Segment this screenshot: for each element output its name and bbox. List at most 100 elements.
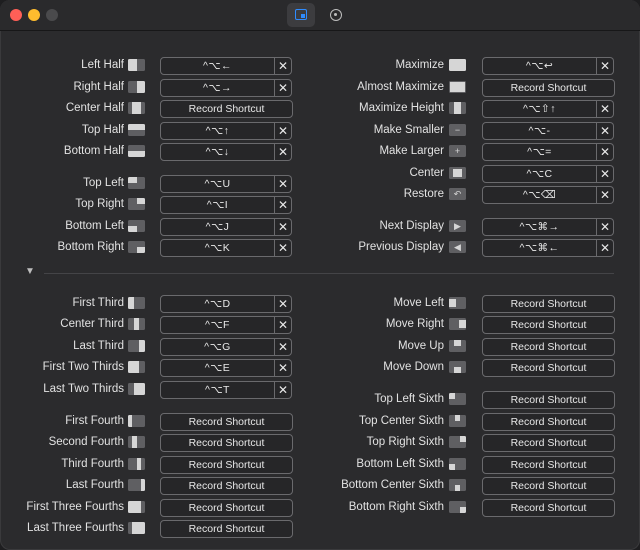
shortcut-field-make-smaller[interactable]: ^⌥-	[482, 122, 597, 140]
record-shortcut-label: Record Shortcut	[510, 319, 587, 331]
top-center-sixth-icon	[449, 415, 466, 427]
bottom-left-sixth-icon	[449, 458, 466, 470]
shortcut-keys: ^⌥⇧↑	[522, 103, 557, 115]
row-make-larger: Make Larger	[0, 142, 444, 160]
action-label: Top Left Sixth	[374, 393, 444, 405]
row-bottom-left-sixth: Bottom Left Sixth	[0, 455, 444, 473]
zoom-window-button[interactable]	[46, 9, 58, 21]
shortcut-field-maximize-height[interactable]: ^⌥⇧↑	[482, 100, 597, 118]
record-shortcut-label: Record Shortcut	[510, 480, 587, 492]
record-shortcut-button-top-center-sixth[interactable]: Record Shortcut	[482, 413, 615, 431]
gear-icon	[330, 9, 342, 21]
action-label: Previous Display	[358, 241, 444, 253]
row-maximize-height: Maximize Height	[0, 99, 444, 117]
shortcut-keys: ^⌥C	[526, 168, 553, 180]
shortcut-field-maximize[interactable]: ^⌥↩	[482, 57, 597, 75]
row-last-three-fourths: Last Three Fourths	[0, 519, 124, 537]
record-shortcut-button-move-right[interactable]: Record Shortcut	[482, 316, 615, 334]
row-next-display: Next Display	[0, 217, 444, 235]
clear-shortcut-button[interactable]: ✕	[597, 100, 614, 118]
shortcut-keys: ^⌥↩	[525, 60, 554, 72]
window-layout-icon	[295, 9, 307, 20]
preferences-window: Left Half ^⌥← ✕ Right Half ^⌥→ ✕ Center Half Re…	[0, 0, 640, 550]
record-shortcut-label: Record Shortcut	[510, 437, 587, 449]
record-shortcut-label: Record Shortcut	[510, 459, 587, 471]
action-label: Maximize	[395, 59, 444, 71]
clear-shortcut-button[interactable]: ✕	[597, 122, 614, 140]
shortcut-field-make-larger[interactable]: ^⌥=	[482, 143, 597, 161]
bottom-right-sixth-icon	[449, 501, 466, 513]
record-shortcut-button-bottom-left-sixth[interactable]: Record Shortcut	[482, 456, 615, 474]
shortcut-field-previous-display[interactable]: ^⌥⌘←	[482, 239, 597, 257]
last-three-fourths-icon	[128, 522, 145, 534]
move-up-icon	[449, 340, 466, 352]
minimize-window-button[interactable]	[28, 9, 40, 21]
record-shortcut-button-last-three-fourths[interactable]: Record Shortcut	[160, 520, 293, 538]
record-shortcut-button-move-up[interactable]: Record Shortcut	[482, 338, 615, 356]
clear-shortcut-button[interactable]: ✕	[597, 143, 614, 161]
close-window-button[interactable]	[10, 9, 22, 21]
disclosure-triangle-icon[interactable]: ▼	[25, 266, 37, 278]
row-top-left-sixth: Top Left Sixth	[0, 390, 444, 408]
clear-shortcut-button[interactable]: ✕	[597, 218, 614, 236]
record-shortcut-label: Record Shortcut	[188, 523, 265, 535]
action-label: Move Right	[385, 318, 444, 330]
action-label: Top Center Sixth	[358, 415, 444, 427]
action-label: Bottom Center Sixth	[341, 479, 444, 491]
move-right-icon	[449, 318, 466, 330]
shortcut-field-restore[interactable]: ^⌥⌫	[482, 186, 597, 204]
clear-shortcut-button[interactable]: ✕	[597, 57, 614, 75]
row-bottom-center-sixth: Bottom Center Sixth	[0, 476, 444, 494]
record-shortcut-label: Record Shortcut	[510, 298, 587, 310]
record-shortcut-label: Record Shortcut	[510, 416, 587, 428]
action-label: Bottom Left Sixth	[356, 458, 444, 470]
record-shortcut-button-move-left[interactable]: Record Shortcut	[482, 295, 615, 313]
action-label: Make Smaller	[373, 124, 444, 136]
action-label: Move Down	[383, 361, 444, 373]
tab-keyboard-shortcuts[interactable]	[287, 3, 315, 27]
row-bottom-right-sixth: Bottom Right Sixth	[0, 498, 444, 516]
row-move-left: Move Left	[0, 294, 445, 312]
record-shortcut-label: Record Shortcut	[510, 82, 587, 94]
shortcut-keys: ^⌥⌫	[522, 189, 557, 201]
top-left-sixth-icon	[449, 393, 466, 405]
move-down-icon	[449, 361, 466, 373]
record-shortcut-button-move-down[interactable]: Record Shortcut	[482, 359, 615, 377]
next-display-icon: ▶	[449, 220, 466, 232]
shortcut-keys: ^⌥=	[527, 146, 552, 158]
shortcut-keys: ^⌥-	[528, 125, 551, 137]
almost-maximize-icon	[449, 81, 466, 93]
row-top-right-sixth: Top Right Sixth	[0, 433, 444, 451]
row-previous-display: Previous Display	[0, 238, 444, 256]
tab-settings[interactable]	[322, 3, 350, 27]
record-shortcut-button-top-left-sixth[interactable]: Record Shortcut	[482, 391, 615, 409]
action-label: Next Display	[379, 220, 444, 232]
record-shortcut-button-almost-maximize[interactable]: Record Shortcut	[482, 79, 615, 97]
clear-shortcut-button[interactable]: ✕	[597, 239, 614, 257]
record-shortcut-label: Record Shortcut	[510, 502, 587, 514]
previous-display-icon: ◀	[449, 241, 466, 253]
make-smaller-icon: −	[449, 124, 466, 136]
record-shortcut-label: Record Shortcut	[510, 362, 587, 374]
action-label: Top Right Sixth	[366, 436, 444, 448]
clear-shortcut-button[interactable]: ✕	[597, 186, 614, 204]
row-center: Center	[0, 164, 444, 182]
action-label: Move Left	[393, 297, 445, 309]
shortcut-keys: ^⌥⌘←	[519, 242, 560, 254]
row-almost-maximize: Almost Maximize	[0, 78, 444, 96]
record-shortcut-button-top-right-sixth[interactable]: Record Shortcut	[482, 434, 615, 452]
row-move-up: Move Up	[0, 337, 444, 355]
top-right-sixth-icon	[449, 436, 466, 448]
shortcut-field-center[interactable]: ^⌥C	[482, 165, 597, 183]
make-larger-icon: +	[449, 145, 466, 157]
shortcut-field-next-display[interactable]: ^⌥⌘→	[482, 218, 597, 236]
shortcut-keys: ^⌥⌘→	[519, 221, 560, 233]
record-shortcut-button-bottom-right-sixth[interactable]: Record Shortcut	[482, 499, 615, 517]
row-move-right: Move Right	[0, 315, 444, 333]
record-shortcut-button-bottom-center-sixth[interactable]: Record Shortcut	[482, 477, 615, 495]
action-label: Almost Maximize	[357, 81, 444, 93]
clear-shortcut-button[interactable]: ✕	[597, 165, 614, 183]
move-left-icon	[449, 297, 466, 309]
record-shortcut-label: Record Shortcut	[510, 341, 587, 353]
row-maximize: Maximize	[0, 56, 444, 74]
